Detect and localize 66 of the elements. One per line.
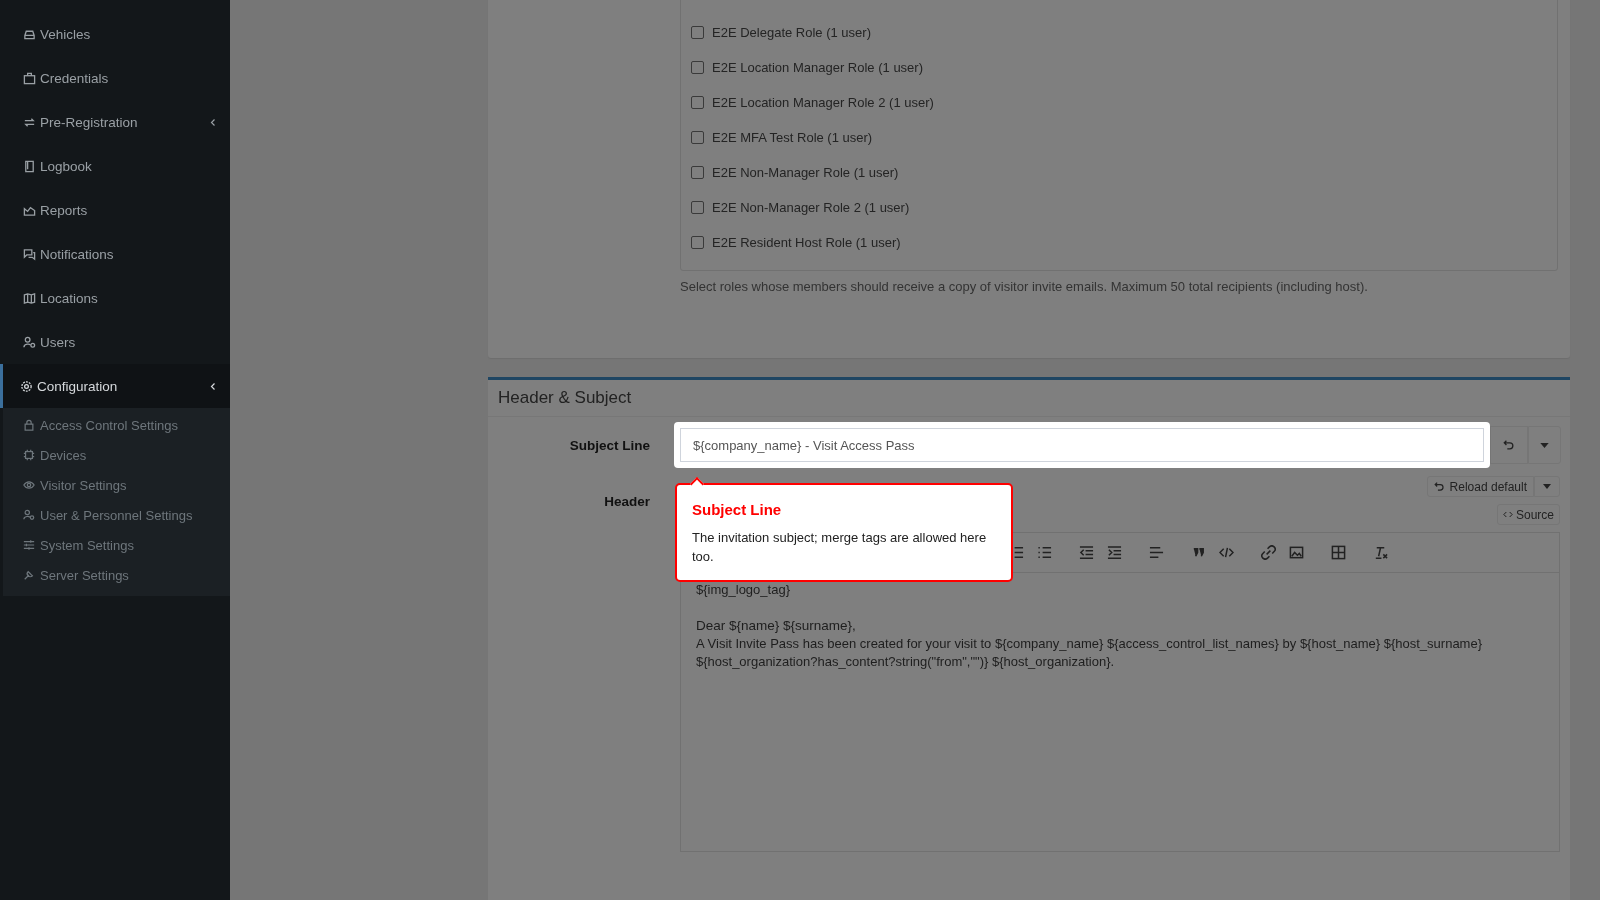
card-title: Header & Subject: [488, 380, 1570, 417]
submenu-item[interactable]: Devices: [3, 440, 230, 470]
help-text: Select roles whose members should receive a copy of visitor invite emails. Maximum 50 total recipients (including host).: [680, 279, 1369, 294]
checkbox[interactable]: [691, 61, 704, 74]
undo-icon: [1433, 481, 1445, 492]
code-icon: [1502, 511, 1513, 518]
role-checkbox-row[interactable]: E2E Location Manager Role 2 (1 user): [691, 85, 1547, 120]
checkbox[interactable]: [691, 26, 704, 39]
checkbox[interactable]: [691, 201, 704, 214]
dropdown-button[interactable]: [1534, 476, 1560, 497]
tooltip-text: The invitation subject; merge tags are allowed here too.: [692, 529, 988, 566]
caret-icon: [1543, 484, 1551, 489]
role-checkbox-row[interactable]: E2E Non-Manager Role (1 user): [691, 155, 1547, 190]
editor-text: ${img_logo_tag}: [696, 581, 791, 599]
outdent-icon[interactable]: [1079, 545, 1094, 560]
source-button[interactable]: Source: [1496, 504, 1560, 525]
sidebar-item[interactable]: Vehicles: [0, 12, 230, 56]
lock-icon: [23, 419, 35, 431]
checkbox[interactable]: [691, 131, 704, 144]
submenu-item[interactable]: Server Settings: [3, 560, 230, 590]
sidebar-item[interactable]: Users: [0, 320, 230, 364]
align-left-icon[interactable]: [1149, 545, 1164, 560]
submenu-item[interactable]: User & Personnel Settings: [3, 500, 230, 530]
sidebar-item[interactable]: Reports: [0, 188, 230, 232]
role-checkbox-row[interactable]: E2E Delegate Role (1 user): [691, 15, 1547, 50]
field-label: Subject Line: [568, 437, 650, 453]
role-checkbox-row[interactable]: E2E Location Manager Role (1 user): [691, 50, 1547, 85]
map-icon: [23, 291, 36, 305]
checkbox[interactable]: [691, 166, 704, 179]
clear-format-icon[interactable]: [1373, 545, 1388, 560]
submenu-item[interactable]: System Settings: [3, 530, 230, 560]
sidebar-item[interactable]: Pre-Registration: [0, 100, 230, 144]
chip-icon: [23, 449, 35, 461]
subject-input[interactable]: ${company_name} - Visit Access Pass: [680, 428, 1484, 462]
reload-default-button[interactable]: Reload default: [1426, 476, 1534, 497]
editor-text: A Visit Invite Pass has been created for your visit to ${company_name} ${access_control_list_names} by ${host_name} ${host_surname} ${host_organization?has_content?string("from","")} ${host_organization}.: [696, 635, 1484, 671]
image-icon[interactable]: [1289, 545, 1304, 560]
chat-icon: [23, 247, 36, 261]
role-checkbox-row[interactable]: E2E MFA Test Role (1 user): [691, 120, 1547, 155]
sidebar-item[interactable]: Locations: [0, 276, 230, 320]
gear-icon: [20, 379, 33, 393]
checkbox[interactable]: [691, 236, 704, 249]
submenu-item[interactable]: Visitor Settings: [3, 470, 230, 500]
role-checkbox-row[interactable]: E2E Non-Manager Role 2 (1 user): [691, 190, 1547, 225]
undo-icon: [1503, 439, 1515, 451]
sidebar-item[interactable]: Logbook: [0, 144, 230, 188]
field-label: Header: [603, 494, 650, 509]
eye-icon: [23, 479, 35, 491]
user-gear-icon: [23, 335, 36, 349]
editor-text: Dear ${name} ${surname},: [696, 617, 857, 635]
bullet-list-icon[interactable]: [1037, 545, 1052, 560]
sidebar-item[interactable]: Credentials: [0, 56, 230, 100]
book-icon: [23, 159, 36, 173]
table-icon[interactable]: [1331, 545, 1346, 560]
sidebar-item[interactable]: Notifications: [0, 232, 230, 276]
code-icon[interactable]: [1219, 545, 1234, 560]
submenu-item[interactable]: Access Control Settings: [3, 410, 230, 440]
tooltip-title: Subject Line: [692, 501, 783, 518]
role-checkbox-row[interactable]: E2E Resident Host Role (1 user): [691, 225, 1547, 260]
sliders-icon: [23, 539, 35, 551]
sidebar-item[interactable]: Configuration: [0, 364, 230, 408]
indent-icon[interactable]: [1107, 545, 1122, 560]
user-gear-icon: [23, 509, 35, 521]
checkbox[interactable]: [691, 96, 704, 109]
link-icon[interactable]: [1261, 545, 1276, 560]
caret-icon: [1540, 442, 1549, 448]
